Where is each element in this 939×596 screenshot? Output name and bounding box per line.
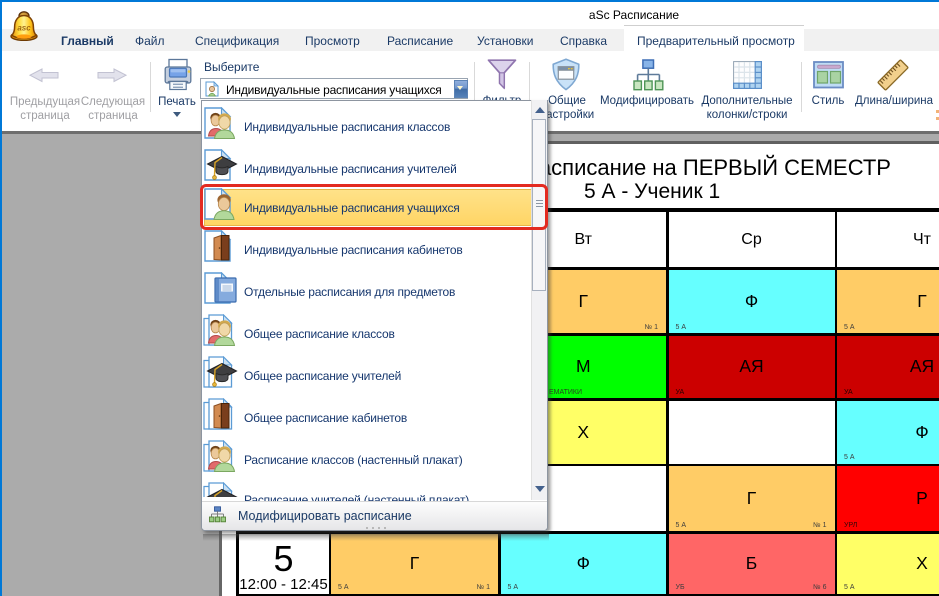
svg-text:asc: asc	[17, 24, 31, 33]
